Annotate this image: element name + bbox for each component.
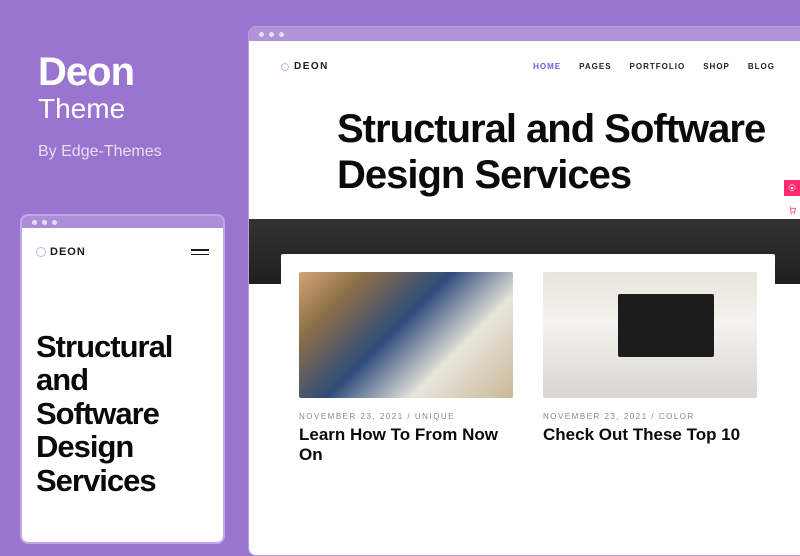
- card-tag[interactable]: UNIQUE: [415, 412, 455, 421]
- theme-title: Deon: [38, 50, 162, 95]
- card-date: NOVEMBER 23, 2021: [543, 412, 648, 421]
- card-meta: NOVEMBER 23, 2021 / UNIQUE: [299, 412, 513, 421]
- nav-item-portfolio[interactable]: PORTFOLIO: [630, 62, 686, 71]
- desktop-nav: DEON HOME PAGES PORTFOLIO SHOP BLOG: [249, 41, 800, 82]
- carousel-next-arrow[interactable]: ›: [789, 426, 794, 442]
- hero-section: Structural and Software Design Services: [249, 82, 800, 219]
- nav-item-shop[interactable]: SHOP: [703, 62, 730, 71]
- window-chrome: [249, 27, 800, 41]
- logo-mark-icon: [281, 63, 289, 71]
- nav-item-home[interactable]: HOME: [533, 62, 561, 71]
- theme-byline: By Edge-Themes: [38, 143, 162, 161]
- gear-icon: [787, 183, 797, 193]
- blog-cards: NOVEMBER 23, 2021 / UNIQUE Learn How To …: [281, 254, 775, 466]
- desktop-logo-text: DEON: [294, 61, 329, 72]
- mobile-hero-heading: Structural and Software Design Services: [36, 330, 209, 497]
- nav-item-pages[interactable]: PAGES: [579, 62, 611, 71]
- cart-icon: [788, 206, 797, 215]
- blog-card[interactable]: NOVEMBER 23, 2021 / COLOR Check Out Thes…: [543, 272, 757, 466]
- nav-menu: HOME PAGES PORTFOLIO SHOP BLOG: [533, 62, 775, 71]
- desktop-logo[interactable]: DEON: [281, 61, 329, 72]
- hamburger-menu-icon[interactable]: [191, 249, 209, 255]
- blog-card[interactable]: NOVEMBER 23, 2021 / UNIQUE Learn How To …: [299, 272, 513, 466]
- cart-button[interactable]: [784, 202, 800, 218]
- card-image: [543, 272, 757, 398]
- mobile-header: DEON: [36, 246, 209, 258]
- mobile-screen: DEON Structural and Software Design Serv…: [22, 228, 223, 542]
- card-date: NOVEMBER 23, 2021: [299, 412, 404, 421]
- card-tag[interactable]: COLOR: [659, 412, 695, 421]
- theme-info: Deon Theme By Edge-Themes: [38, 50, 162, 161]
- desktop-preview-window: DEON HOME PAGES PORTFOLIO SHOP BLOG Stru…: [248, 26, 800, 556]
- mobile-logo[interactable]: DEON: [36, 246, 86, 258]
- card-meta: NOVEMBER 23, 2021 / COLOR: [543, 412, 757, 421]
- settings-button[interactable]: [784, 180, 800, 196]
- mobile-preview-window: DEON Structural and Software Design Serv…: [20, 214, 225, 544]
- card-title: Learn How To From Now On: [299, 425, 513, 466]
- card-title: Check Out These Top 10: [543, 425, 757, 445]
- desktop-screen: DEON HOME PAGES PORTFOLIO SHOP BLOG Stru…: [249, 41, 800, 555]
- hero-heading: Structural and Software Design Services: [337, 106, 779, 199]
- nav-item-blog[interactable]: BLOG: [748, 62, 775, 71]
- theme-subtitle: Theme: [38, 93, 162, 125]
- mobile-logo-text: DEON: [50, 246, 86, 258]
- logo-mark-icon: [36, 247, 46, 257]
- floating-side-buttons: [784, 180, 800, 218]
- card-image: [299, 272, 513, 398]
- window-chrome: [22, 216, 223, 228]
